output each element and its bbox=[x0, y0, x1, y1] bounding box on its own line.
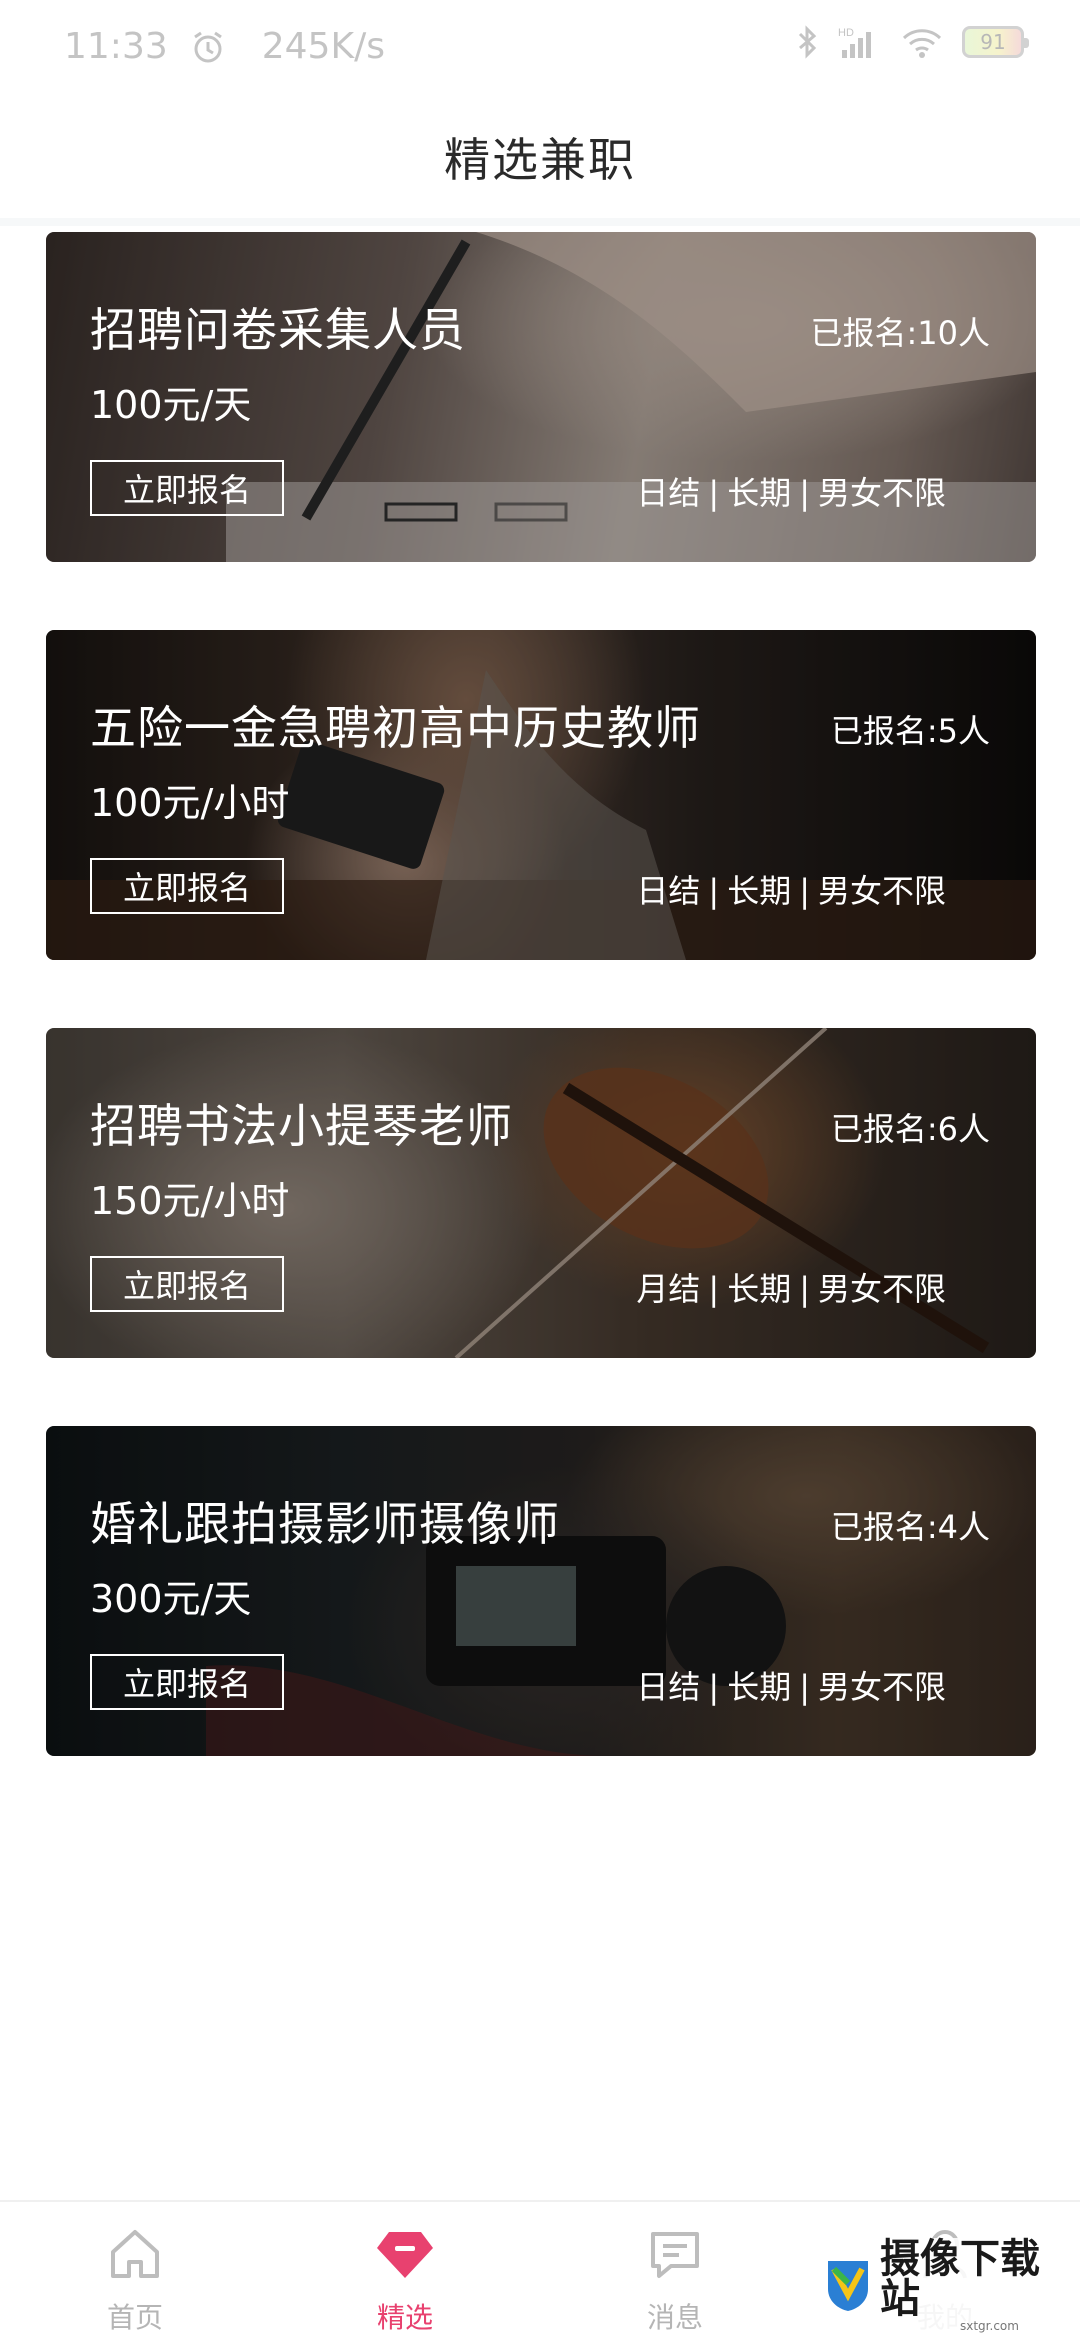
tag-separator: | bbox=[708, 1668, 720, 1706]
status-right: HD 91 bbox=[796, 24, 1029, 60]
job-title: 婚礼跟拍摄影师摄像师 bbox=[90, 1497, 560, 1551]
tag-separator: | bbox=[799, 1668, 810, 1706]
job-salary: 300元/天 bbox=[90, 1577, 252, 1621]
gender-tag: 男女不限 bbox=[817, 1270, 946, 1308]
apply-button[interactable]: 立即报名 bbox=[90, 1654, 284, 1710]
alarm-icon bbox=[190, 29, 226, 65]
bluetooth-icon bbox=[796, 24, 820, 60]
job-salary: 100元/天 bbox=[90, 383, 252, 427]
job-title: 招聘书法小提琴老师 bbox=[90, 1099, 513, 1153]
gem-icon bbox=[375, 2226, 435, 2286]
job-tags: 日结 | 长期 | 男女不限 bbox=[636, 866, 946, 912]
status-time: 11:33 bbox=[64, 26, 168, 67]
watermark-text: 摄像下载站 bbox=[880, 2236, 1040, 2322]
gender-tag: 男女不限 bbox=[817, 872, 946, 910]
tag-separator: | bbox=[708, 1270, 720, 1308]
tab-featured-label: 精选 bbox=[376, 2301, 433, 2334]
app-root: 11:33 245K/s HD 91 精选兼职 招聘问卷采集人员 已报名:10人… bbox=[0, 0, 1080, 2340]
duration-tag: 长期 bbox=[727, 872, 792, 910]
job-tags: 月结 | 长期 | 男女不限 bbox=[636, 1264, 946, 1310]
gender-tag: 男女不限 bbox=[817, 474, 946, 512]
job-tags: 日结 | 长期 | 男女不限 bbox=[636, 1662, 946, 1708]
duration-tag: 长期 bbox=[727, 474, 792, 512]
watermark-logo-icon bbox=[824, 2255, 872, 2317]
apply-button[interactable]: 立即报名 bbox=[90, 460, 284, 516]
tab-home-label: 首页 bbox=[106, 2301, 163, 2334]
tag-separator: | bbox=[799, 474, 810, 512]
job-card[interactable]: 招聘书法小提琴老师 已报名:6人 150元/小时 立即报名 月结 | 长期 | 男女不限 bbox=[46, 1028, 1036, 1358]
wifi-icon bbox=[900, 24, 944, 60]
duration-tag: 长期 bbox=[727, 1668, 792, 1706]
job-salary: 150元/小时 bbox=[90, 1179, 290, 1223]
hd-signal-icon: HD bbox=[838, 24, 882, 60]
job-title: 五险一金急聘初高中历史教师 bbox=[90, 701, 701, 755]
status-left: 11:33 245K/s bbox=[64, 26, 385, 67]
tag-separator: | bbox=[799, 1270, 810, 1308]
settlement-tag: 日结 bbox=[636, 474, 701, 512]
job-title: 招聘问卷采集人员 bbox=[90, 303, 466, 357]
home-icon bbox=[107, 2226, 163, 2286]
tab-messages[interactable]: 消息 bbox=[540, 2202, 810, 2340]
job-card[interactable]: 招聘问卷采集人员 已报名:10人 100元/天 立即报名 日结 | 长期 | 男女不限 bbox=[46, 232, 1036, 562]
page-title: 精选兼职 bbox=[444, 133, 636, 187]
watermark-sub: sxtgr.com bbox=[960, 2319, 1019, 2333]
signup-count: 已报名:10人 bbox=[810, 314, 990, 352]
apply-button[interactable]: 立即报名 bbox=[90, 1256, 284, 1312]
page-header: 精选兼职 bbox=[0, 96, 1080, 226]
signup-count: 已报名:5人 bbox=[830, 712, 990, 750]
status-speed: 245K/s bbox=[261, 26, 385, 67]
tab-featured[interactable]: 精选 bbox=[270, 2202, 540, 2340]
job-salary: 100元/小时 bbox=[90, 781, 290, 825]
job-card[interactable]: 五险一金急聘初高中历史教师 已报名:5人 100元/小时 立即报名 日结 | 长期 |… bbox=[46, 630, 1036, 960]
battery-icon: 91 bbox=[962, 26, 1029, 58]
tab-messages-label: 消息 bbox=[646, 2301, 703, 2334]
settlement-tag: 月结 bbox=[636, 1270, 701, 1308]
message-icon bbox=[647, 2226, 703, 2286]
job-card[interactable]: 婚礼跟拍摄影师摄像师 已报名:4人 300元/天 立即报名 日结 | 长期 | 男女不限 bbox=[46, 1426, 1036, 1756]
svg-text:HD: HD bbox=[838, 27, 854, 39]
tag-separator: | bbox=[799, 872, 810, 910]
gender-tag: 男女不限 bbox=[817, 1668, 946, 1706]
status-bar: 11:33 245K/s HD 91 bbox=[0, 0, 1080, 96]
signup-count: 已报名:4人 bbox=[830, 1508, 990, 1546]
tab-home[interactable]: 首页 bbox=[0, 2202, 270, 2340]
job-list: 招聘问卷采集人员 已报名:10人 100元/天 立即报名 日结 | 长期 | 男女不限 … bbox=[46, 232, 1036, 1824]
watermark-text-block: 摄像下载站 sxtgr.com bbox=[880, 2239, 1072, 2333]
signup-count: 已报名:6人 bbox=[830, 1110, 990, 1148]
job-tags: 日结 | 长期 | 男女不限 bbox=[636, 468, 946, 514]
settlement-tag: 日结 bbox=[636, 1668, 701, 1706]
tag-separator: | bbox=[708, 872, 720, 910]
watermark: 摄像下载站 sxtgr.com bbox=[818, 2238, 1072, 2334]
tag-separator: | bbox=[708, 474, 720, 512]
duration-tag: 长期 bbox=[727, 1270, 792, 1308]
apply-button[interactable]: 立即报名 bbox=[90, 858, 284, 914]
settlement-tag: 日结 bbox=[636, 872, 701, 910]
